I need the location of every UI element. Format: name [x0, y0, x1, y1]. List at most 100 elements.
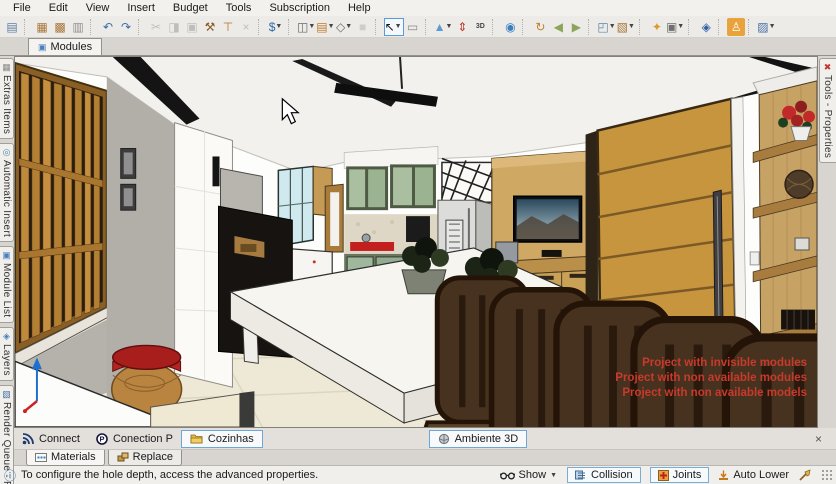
- red-counter-appliance[interactable]: [350, 242, 394, 251]
- floorplan-icon[interactable]: ◫▼: [297, 18, 316, 36]
- layers-icon: ◈: [3, 332, 10, 341]
- menu-file[interactable]: File: [4, 1, 40, 15]
- nav-forward-icon[interactable]: ▶: [567, 18, 585, 36]
- paint-roller-icon[interactable]: ⊤: [219, 18, 237, 36]
- orbit-icon[interactable]: ↻: [531, 18, 549, 36]
- ambiente-3d-icon: [438, 433, 450, 445]
- tab-ambiente-3d[interactable]: Ambiente 3D: [429, 430, 528, 448]
- move-icon[interactable]: ◈: [697, 18, 715, 36]
- tab-cozinhas[interactable]: Cozinhas: [181, 430, 263, 448]
- chevron-down-icon: ▼: [395, 23, 402, 30]
- joints-toggle[interactable]: Joints: [650, 467, 710, 483]
- walls-icon[interactable]: ▤▼: [316, 18, 335, 36]
- menu-view[interactable]: View: [77, 1, 119, 15]
- eye-icon[interactable]: ◉: [501, 18, 519, 36]
- auto-lower-icon: [718, 470, 729, 481]
- show-dropdown[interactable]: Show ▼: [500, 469, 558, 481]
- shapes-icon[interactable]: ◇▼: [336, 18, 354, 36]
- info-icon: ⓘ: [4, 467, 16, 484]
- resize-grip[interactable]: [822, 470, 833, 481]
- sidebar-tab-layers[interactable]: ◈ Layers: [0, 327, 14, 381]
- toolbar-separator: [522, 19, 528, 35]
- undo-icon[interactable]: ↶: [99, 18, 117, 36]
- document-tab-row: ▣ Modules: [0, 38, 836, 56]
- sidebar-tab-module-list[interactable]: ▣ Module List: [0, 246, 14, 322]
- toolbar-separator: [90, 19, 96, 35]
- open-project-icon[interactable]: ▦: [33, 18, 51, 36]
- toolbar: ▤▦▩▥↶↷✂◨▣⚒⊤×$▼◫▼▤▼◇▼■↖▼▭▲▼⇕3D◉↻◀▶◰▼▧▼✦▣▼…: [0, 16, 836, 38]
- toolbar-separator: [688, 19, 694, 35]
- person-3d-icon[interactable]: 3D: [471, 18, 489, 36]
- tab-connect[interactable]: Connect: [14, 431, 88, 447]
- materials-icon: [35, 453, 47, 462]
- tools-properties-icon: ✖: [824, 63, 832, 72]
- redo-icon[interactable]: ↷: [117, 18, 135, 36]
- toolbar-separator: [375, 19, 381, 35]
- lattice-panel: [442, 158, 496, 206]
- sidebar-tab-automatic-insert[interactable]: ◎ Automatic Insert: [0, 143, 14, 242]
- chevron-down-icon: ▼: [328, 23, 335, 30]
- toolbar-separator: [492, 19, 498, 35]
- collision-toggle[interactable]: Collision: [567, 467, 641, 483]
- toolbar-separator: [288, 19, 294, 35]
- nav-back-icon[interactable]: ◀: [549, 18, 567, 36]
- bottom-tab-bar: Connect P Conection P Cozinhas Ambiente …: [0, 428, 836, 450]
- chevron-down-icon: ▼: [550, 472, 557, 479]
- tab-conection-p[interactable]: P Conection P: [88, 431, 181, 447]
- status-message: To configure the hole depth, access the …: [21, 469, 318, 481]
- toolbar-separator: [588, 19, 594, 35]
- extras-items-icon: ▦: [2, 63, 11, 72]
- tab-replace[interactable]: Replace: [108, 450, 182, 466]
- menu-bar: File Edit View Insert Budget Tools Subsc…: [0, 0, 836, 16]
- right-dock: ✖ Tools - Properties: [818, 56, 836, 428]
- tv[interactable]: [514, 196, 582, 242]
- shelf-books[interactable]: [781, 310, 815, 330]
- catalog-icon[interactable]: ▩: [51, 18, 69, 36]
- sidebar-tab-tools-properties[interactable]: ✖ Tools - Properties: [819, 58, 836, 163]
- menu-subscription[interactable]: Subscription: [260, 1, 339, 15]
- joints-icon: [658, 470, 669, 481]
- paste-icon: ▣: [183, 18, 201, 36]
- broom-icon[interactable]: [798, 469, 811, 482]
- cut-icon: ✂: [147, 18, 165, 36]
- door-height-icon[interactable]: ⇕: [453, 18, 471, 36]
- menu-tools[interactable]: Tools: [217, 1, 261, 15]
- left-dock: ▦ Extras Items ◎ Automatic Insert ▣ Modu…: [0, 56, 14, 428]
- box-3d-icon[interactable]: ▧▼: [617, 18, 636, 36]
- menu-insert[interactable]: Insert: [118, 1, 164, 15]
- budget-icon[interactable]: $▼: [267, 18, 285, 36]
- print-icon[interactable]: ▥: [69, 18, 87, 36]
- glasses-icon: [500, 471, 515, 480]
- viewport-3d[interactable]: Project with invisible modules Project w…: [14, 56, 818, 428]
- shelf-wicker-sphere[interactable]: [785, 170, 813, 198]
- build-tool-icon[interactable]: ⚒: [201, 18, 219, 36]
- auto-lower-toggle[interactable]: Auto Lower: [718, 469, 789, 481]
- warning-line: Project with non available modules: [615, 371, 807, 386]
- save-icon[interactable]: ▤: [3, 18, 21, 36]
- tab-materials[interactable]: Materials: [26, 450, 105, 466]
- chevron-down-icon: ▼: [445, 23, 452, 30]
- wall-sconce[interactable]: [213, 156, 220, 186]
- display-settings-icon[interactable]: ▨▼: [757, 18, 776, 36]
- toolbar-separator: [425, 19, 431, 35]
- replace-icon: [117, 452, 129, 462]
- insert-3d-icon[interactable]: ▲▼: [434, 18, 454, 36]
- person-view-icon[interactable]: ♙: [727, 18, 745, 36]
- toolbar-separator: [258, 19, 264, 35]
- viewport-layout-icon[interactable]: ◰▼: [597, 18, 616, 36]
- select-arrow-icon[interactable]: ↖▼: [384, 18, 404, 36]
- tab-modules[interactable]: ▣ Modules: [28, 38, 102, 55]
- inactive-tool-icon[interactable]: ■: [354, 18, 372, 36]
- menu-edit[interactable]: Edit: [40, 1, 77, 15]
- collision-icon: [575, 470, 587, 480]
- measure-icon[interactable]: ▭: [404, 18, 422, 36]
- menu-budget[interactable]: Budget: [164, 1, 217, 15]
- sidebar-tab-extras-items[interactable]: ▦ Extras Items: [0, 58, 14, 139]
- conection-p-icon: P: [96, 433, 108, 445]
- modules-tab-label: Modules: [51, 41, 93, 53]
- close-tab-button[interactable]: ×: [809, 432, 828, 446]
- render-light-icon[interactable]: ✦: [648, 18, 666, 36]
- snapshot-icon[interactable]: ▣▼: [666, 18, 685, 36]
- menu-help[interactable]: Help: [339, 1, 380, 15]
- cozinhas-folder-icon: [190, 433, 203, 444]
